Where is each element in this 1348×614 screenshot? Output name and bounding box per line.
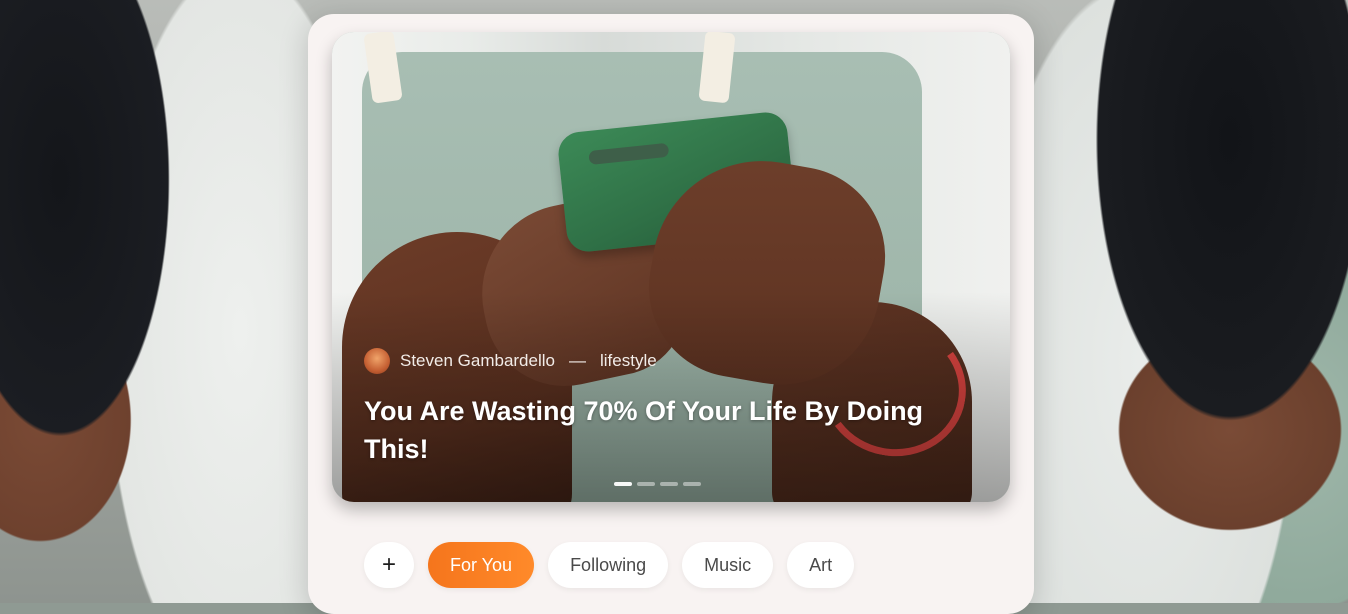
meta-separator: — bbox=[568, 351, 586, 370]
category-tabs: + For You Following Music Art bbox=[364, 542, 855, 588]
author-name[interactable]: Steven Gambardello bbox=[400, 351, 555, 371]
tab-music[interactable]: Music bbox=[682, 542, 774, 588]
story-card[interactable]: Steven Gambardello — lifestyle You Are W… bbox=[332, 32, 1010, 502]
story-title[interactable]: You Are Wasting 70% Of Your Life By Doin… bbox=[364, 392, 924, 468]
author-avatar[interactable] bbox=[364, 348, 390, 374]
slide-dot[interactable] bbox=[660, 482, 678, 486]
slide-dot[interactable] bbox=[614, 482, 632, 486]
add-category-button[interactable]: + bbox=[364, 542, 414, 588]
slide-indicator bbox=[614, 482, 701, 486]
plus-icon: + bbox=[381, 551, 396, 578]
story-meta: Steven Gambardello — lifestyle bbox=[364, 348, 657, 374]
tab-art[interactable]: Art bbox=[787, 542, 855, 588]
slide-dot[interactable] bbox=[637, 482, 655, 486]
feed-panel: Steven Gambardello — lifestyle You Are W… bbox=[308, 14, 1034, 614]
story-category[interactable]: lifestyle bbox=[600, 351, 657, 371]
slide-dot[interactable] bbox=[683, 482, 701, 486]
tab-following[interactable]: Following bbox=[548, 542, 669, 588]
tab-for-you[interactable]: For You bbox=[428, 542, 535, 588]
